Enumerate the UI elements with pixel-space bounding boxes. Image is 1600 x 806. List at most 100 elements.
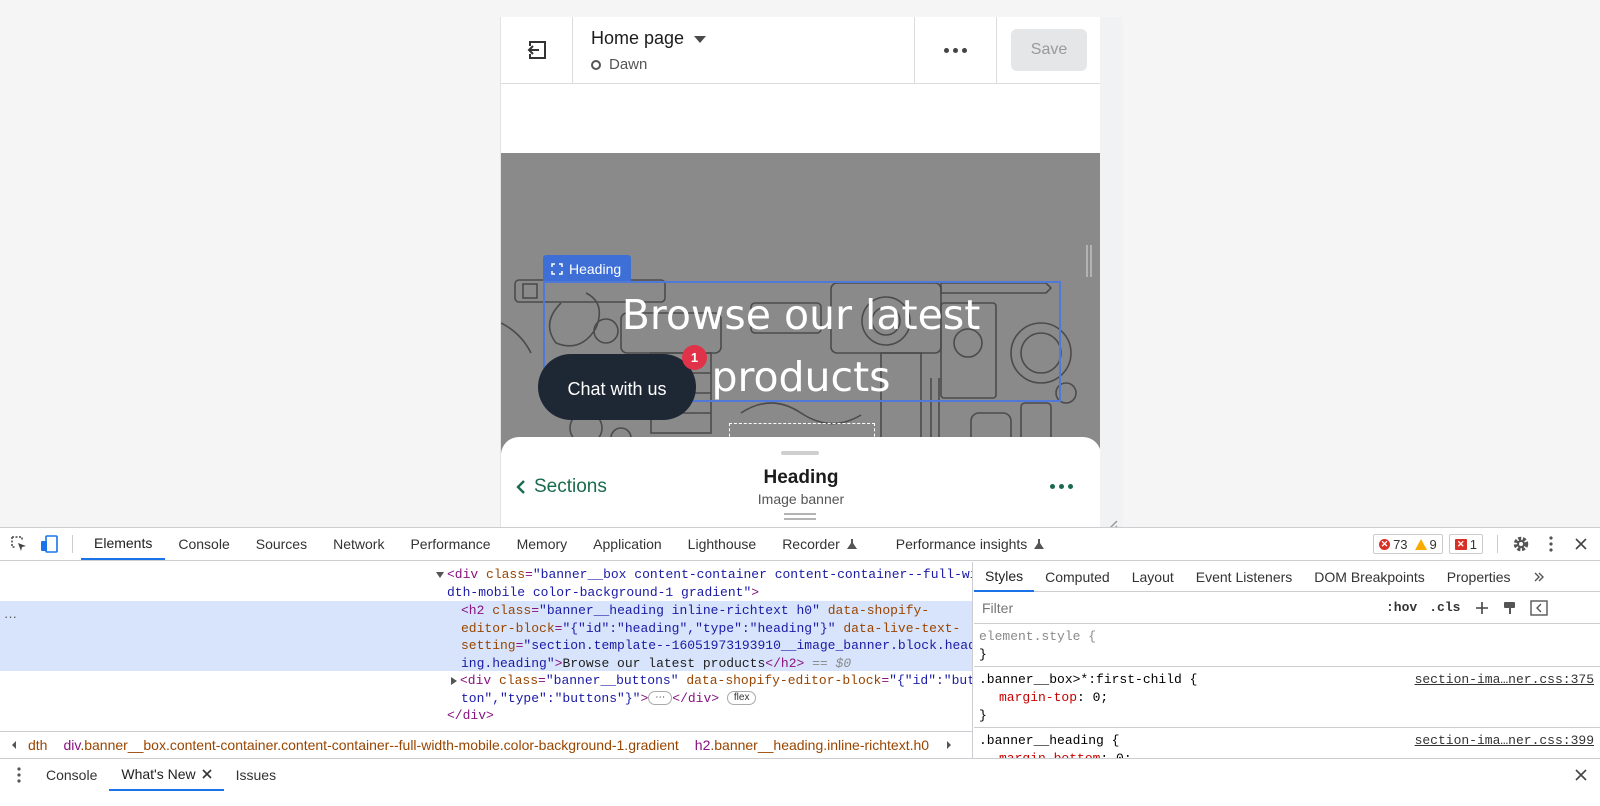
styles-filter-input[interactable] [974,594,1374,621]
tab-computed[interactable]: Computed [1034,562,1121,592]
theme-name: Dawn [609,56,648,73]
chevron-double-right-icon [1534,572,1544,581]
tab-properties[interactable]: Properties [1436,562,1522,592]
error-icon: ✕ [1379,538,1391,550]
drawer-tab-console[interactable]: Console [34,759,109,791]
mobile-preview: Home page Dawn Save Heading Browse our l… [500,17,1100,537]
tab-console[interactable]: Console [165,528,242,560]
selected-block-label[interactable]: Heading [543,255,632,283]
rule-selector: .banner__heading { [979,733,1120,748]
tab-network[interactable]: Network [320,528,397,560]
close-icon[interactable] [202,769,212,779]
issues-counter[interactable]: ✕ 1 [1448,534,1483,554]
dom-node-close-div: </div> [447,708,494,723]
height-resize-handle[interactable] [784,513,816,520]
editor-topbar: Home page Dawn Save [501,17,1100,84]
rule-selector: .banner__box>*:first-child { [979,672,1198,687]
breadcrumb-item[interactable]: dth [20,737,55,753]
tab-styles[interactable]: Styles [974,562,1035,592]
node-actions-ellipsis[interactable]: ··· [4,608,17,626]
dom-breadcrumb: dth div.banner__box.content-container.co… [0,731,973,758]
dom-node-h2-line2: editor-block="{"id":"heading","type":"he… [461,620,961,636]
back-to-sections-button[interactable]: Sections [516,476,607,498]
dot [1059,484,1064,489]
console-counters[interactable]: ✕ 73 9 [1373,534,1443,554]
tab-sources[interactable]: Sources [243,528,320,560]
devtools-drawer: Console What's New Issues [0,758,1600,791]
chevron-right-icon[interactable] [943,739,955,751]
breadcrumb-item[interactable]: div.banner__box.content-container.conten… [55,737,686,753]
inspect-element-button[interactable] [4,528,34,560]
divider [72,535,73,553]
more-actions-button[interactable] [915,17,997,83]
caret-down-icon [694,36,707,43]
image-banner[interactable]: Heading Browse our latest products Chat … [501,153,1100,453]
close-devtools-button[interactable] [1566,528,1596,560]
tab-application[interactable]: Application [580,528,675,560]
tab-recorder[interactable]: Recorder [769,528,871,560]
styles-tabbar: Styles Computed Layout Event Listeners D… [974,562,1600,592]
tab-lighthouse[interactable]: Lighthouse [675,528,770,560]
dot [1068,484,1073,489]
settings-button[interactable] [1506,528,1536,560]
tab-elements[interactable]: Elements [81,528,166,560]
sidebar-toggle-icon[interactable] [1530,599,1549,616]
dom-node-banner-box-cont: dth-mobile color-background-1 gradient"> [447,584,760,600]
chat-button[interactable]: Chat with us [538,354,696,420]
kebab-menu-icon [1549,536,1553,552]
dom-node-banner-box[interactable]: <div class="banner__box content-containe… [436,566,972,584]
paint-icon[interactable] [1502,600,1518,616]
error-count: 73 [1393,536,1408,552]
rule-element-style[interactable]: element.style { } [974,624,1600,667]
styles-sidebar: Styles Computed Layout Event Listeners D… [974,562,1600,785]
sheet-grabber[interactable] [781,451,819,455]
issue-count: 1 [1469,536,1477,552]
sheet-subtitle: Image banner [757,491,845,507]
sheet-more-button[interactable] [1050,484,1073,489]
drawer-tab-whats-new[interactable]: What's New [109,759,224,791]
customize-menu-button[interactable] [1536,528,1566,560]
dom-node-h2[interactable]: <h2 class="banner__heading inline-richte… [461,602,929,620]
flex-badge[interactable]: flex [726,691,757,706]
select-frame-icon [551,263,563,275]
kebab-menu-icon [17,767,21,783]
class-toggle[interactable]: .cls [1429,600,1460,615]
tab-dom-breakpoints[interactable]: DOM Breakpoints [1303,562,1435,592]
expanded-triangle-icon [436,571,444,578]
hover-state-toggle[interactable]: :hov [1386,600,1417,615]
rule-source-link[interactable]: section-ima…ner.css:399 [1415,732,1594,750]
drawer-tab-issues[interactable]: Issues [224,759,288,791]
selected-block-name: Heading [569,261,622,277]
collapsed-content-pill[interactable]: ⋯ [648,691,673,706]
close-drawer-button[interactable] [1566,759,1596,791]
chevron-left-icon [516,480,525,494]
dot [953,47,958,53]
rule-banner-box-first-child[interactable]: section-ima…ner.css:375 .banner__box>*:f… [974,667,1600,728]
dot [962,47,967,53]
dom-tree[interactable]: ··· <div class="banner__box content-cont… [0,562,973,758]
tab-performance[interactable]: Performance [397,528,503,560]
tab-memory[interactable]: Memory [504,528,581,560]
drawer-menu-button[interactable] [4,759,34,791]
device-toggle-button[interactable] [34,528,64,560]
rule-source-link[interactable]: section-ima…ner.css:375 [1415,671,1594,689]
save-button[interactable]: Save [1011,29,1087,71]
styles-filter-row: :hov .cls [974,592,1600,624]
theme-status-icon [591,59,601,70]
tab-performance-insights[interactable]: Performance insights [883,528,1059,560]
chevron-left-icon[interactable] [8,739,20,751]
dom-node-banner-buttons[interactable]: <div class="banner__buttons" data-shopif… [451,672,972,690]
width-resize-handle[interactable] [1086,245,1092,277]
section-sheet: Sections Heading Image banner [501,437,1100,537]
page-selector[interactable]: Home page Dawn [573,17,915,83]
css-property[interactable]: margin-top [999,690,1077,705]
more-tabs-button[interactable] [1522,562,1556,592]
tab-event-listeners[interactable]: Event Listeners [1185,562,1304,592]
close-icon [1575,769,1587,781]
exit-button[interactable] [501,17,573,83]
plus-icon[interactable] [1474,600,1490,616]
css-value[interactable]: 0; [1093,690,1109,705]
flask-icon [1034,539,1045,549]
tab-layout[interactable]: Layout [1121,562,1185,592]
breadcrumb-item-current[interactable]: h2.banner__heading.inline-richtext.h0 [687,737,937,753]
